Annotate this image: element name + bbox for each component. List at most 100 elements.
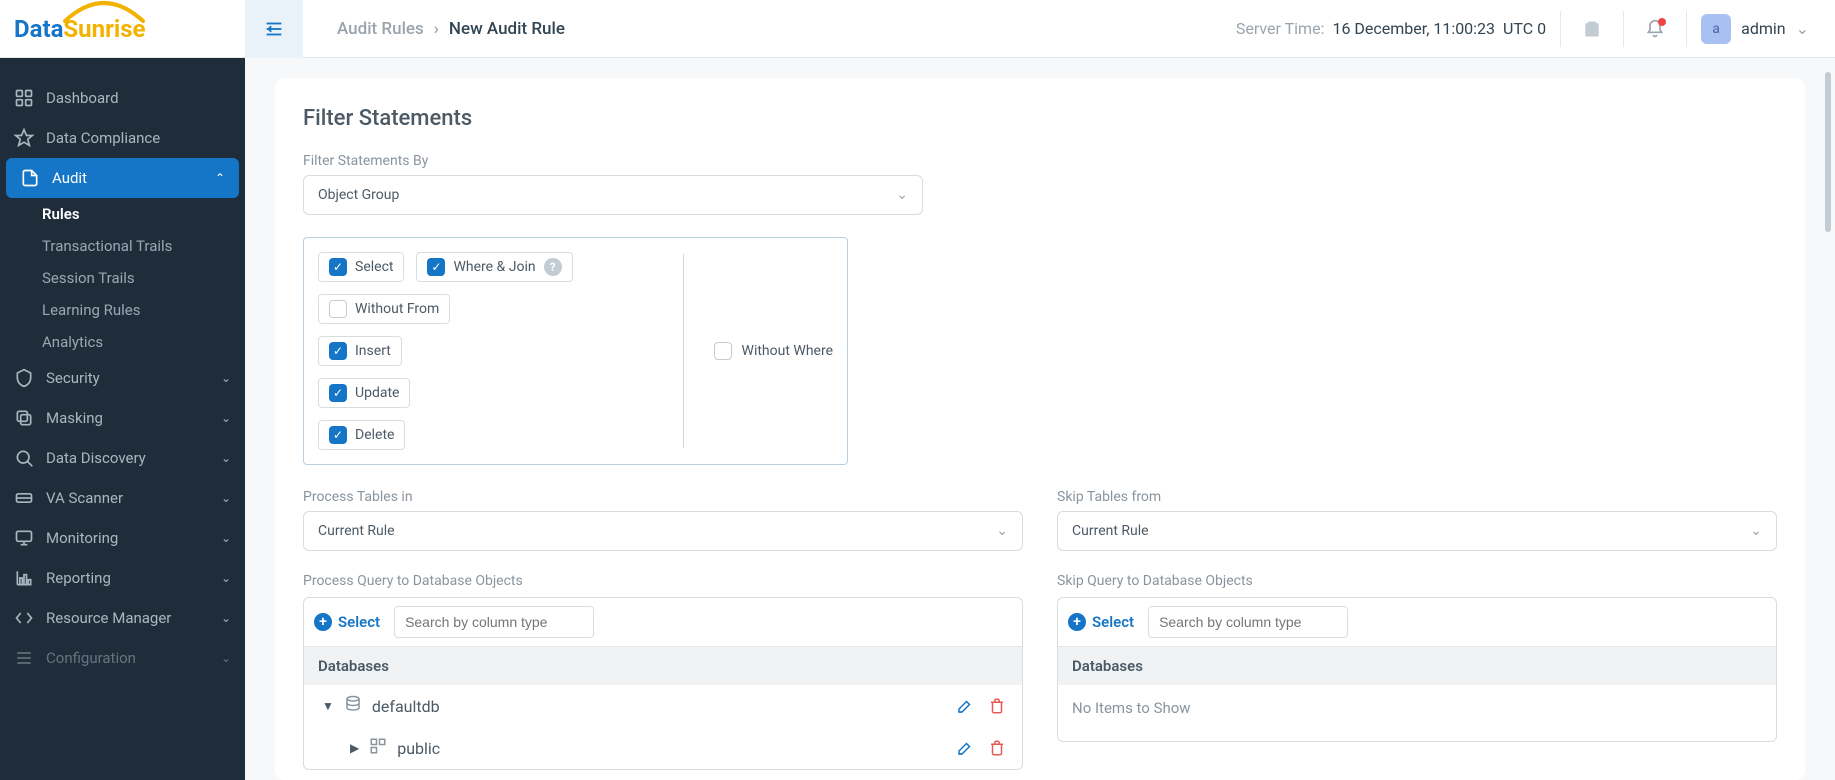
- sidebar-item-data-discovery[interactable]: Data Discovery ⌄: [0, 438, 245, 478]
- filter-by-label: Filter Statements By: [303, 153, 1777, 169]
- server-time-tz: UTC 0: [1503, 19, 1546, 38]
- process-search-input[interactable]: [394, 606, 594, 638]
- sidebar-item-label: Configuration: [46, 649, 209, 667]
- databases-header: Databases: [1058, 646, 1776, 685]
- tree-row-database[interactable]: ▼ defaultdb: [304, 685, 1022, 727]
- checkbox-delete[interactable]: ✓ Delete: [318, 420, 405, 450]
- sidebar-item-label: Resource Manager: [46, 609, 209, 627]
- checkbox-where-join[interactable]: ✓ Where & Join ?: [416, 252, 572, 282]
- sidebar-item-label: Data Compliance: [46, 129, 231, 147]
- sidebar-item-reporting[interactable]: Reporting ⌄: [0, 558, 245, 598]
- checkbox-insert[interactable]: ✓ Insert: [318, 336, 402, 366]
- checkbox-update[interactable]: ✓ Update: [318, 378, 410, 408]
- skip-tables-label: Skip Tables from: [1057, 489, 1777, 505]
- delete-button[interactable]: [986, 737, 1008, 759]
- clipboard-button[interactable]: [1575, 12, 1609, 46]
- server-time: Server Time: 16 December, 11:00:23 UTC 0: [1236, 19, 1546, 38]
- filter-by-select[interactable]: Object Group ⌄: [303, 175, 923, 215]
- sidebar-item-label: Dashboard: [46, 89, 231, 107]
- sidebar-item-audit[interactable]: Audit ⌃: [6, 158, 239, 198]
- edit-button[interactable]: [954, 695, 976, 717]
- checkbox-label: Insert: [355, 343, 391, 359]
- sidebar-item-dashboard[interactable]: Dashboard: [0, 78, 245, 118]
- sidebar-item-security[interactable]: Security ⌄: [0, 358, 245, 398]
- checkbox-label: Update: [355, 385, 399, 401]
- copy-icon: [14, 408, 34, 428]
- process-col: Process Tables in Current Rule ⌄ Process…: [303, 489, 1023, 770]
- breadcrumb-parent[interactable]: Audit Rules: [337, 19, 424, 39]
- checkbox-without-from[interactable]: Without From: [318, 294, 450, 324]
- checkbox-label: Without From: [355, 301, 439, 317]
- shield-icon: [14, 368, 34, 388]
- user-menu[interactable]: a admin ⌄: [1701, 14, 1809, 44]
- skip-search-input[interactable]: [1148, 606, 1348, 638]
- sidebar-item-label: VA Scanner: [46, 489, 209, 507]
- sidebar-item-va-scanner[interactable]: VA Scanner ⌄: [0, 478, 245, 518]
- sidebar-item-masking[interactable]: Masking ⌄: [0, 398, 245, 438]
- skip-tables-select[interactable]: Current Rule ⌄: [1057, 511, 1777, 551]
- checkbox-off-icon: [329, 300, 347, 318]
- star-icon: [14, 128, 34, 148]
- sidebar-item-configuration[interactable]: Configuration ⌄: [0, 638, 245, 678]
- checkbox-without-where[interactable]: Without Where: [714, 342, 833, 360]
- breadcrumb-current: New Audit Rule: [449, 19, 565, 39]
- sidebar-item-label: Masking: [46, 409, 209, 427]
- plus-circle-icon: +: [314, 613, 332, 631]
- process-tables-select[interactable]: Current Rule ⌄: [303, 511, 1023, 551]
- sidebar-item-label: Monitoring: [46, 529, 209, 547]
- logo-part1: Data: [14, 15, 63, 43]
- select-value: Object Group: [318, 187, 399, 203]
- sidebar-item-data-compliance[interactable]: Data Compliance: [0, 118, 245, 158]
- section-title: Filter Statements: [303, 106, 1777, 131]
- chevron-right-icon: ›: [434, 19, 439, 39]
- sidebar-item-label: Analytics: [42, 333, 231, 351]
- button-label: Select: [338, 613, 380, 631]
- chevron-down-icon: ⌄: [996, 523, 1008, 539]
- chevron-down-icon: ⌄: [1750, 523, 1762, 539]
- sidebar-toggle[interactable]: [245, 0, 303, 58]
- chevron-down-icon: ⌄: [221, 491, 231, 505]
- edit-button[interactable]: [954, 737, 976, 759]
- notification-dot-icon: [1658, 18, 1666, 26]
- main: Audit Rules › New Audit Rule Server Time…: [245, 0, 1835, 780]
- checkbox-label: Select: [355, 259, 393, 275]
- user-name: admin: [1741, 19, 1785, 38]
- sidebar-item-label: Data Discovery: [46, 449, 209, 467]
- help-icon[interactable]: ?: [544, 258, 562, 276]
- checkbox-on-icon: ✓: [329, 426, 347, 444]
- database-name: defaultdb: [372, 697, 440, 716]
- sidebar-item-resource-manager[interactable]: Resource Manager ⌄: [0, 598, 245, 638]
- sidebar-item-monitoring[interactable]: Monitoring ⌄: [0, 518, 245, 558]
- process-select-button[interactable]: + Select: [314, 613, 380, 631]
- grid-icon: [14, 88, 34, 108]
- chevron-down-icon: ⌄: [221, 571, 231, 585]
- notifications-button[interactable]: [1638, 12, 1672, 46]
- tree-row-schema[interactable]: ▶ public: [304, 727, 1022, 769]
- delete-button[interactable]: [986, 695, 1008, 717]
- checkbox-on-icon: ✓: [329, 342, 347, 360]
- sidebar-item-analytics[interactable]: Analytics: [28, 326, 245, 358]
- chart-icon: [14, 568, 34, 588]
- checkbox-select[interactable]: ✓ Select: [318, 252, 404, 282]
- sidebar-item-learning-rules[interactable]: Learning Rules: [28, 294, 245, 326]
- skip-query-label: Skip Query to Database Objects: [1057, 573, 1777, 589]
- checkbox-label: Delete: [355, 427, 394, 443]
- triangle-down-icon: ▼: [322, 699, 334, 713]
- checkbox-label: Where & Join: [453, 259, 535, 275]
- sidebar-item-transactional-trails[interactable]: Transactional Trails: [28, 230, 245, 262]
- chevron-down-icon: ⌄: [896, 187, 908, 203]
- sidebar-item-label: Reporting: [46, 569, 209, 587]
- sidebar-audit-sub: Rules Transactional Trails Session Trail…: [0, 198, 245, 358]
- scrollbar[interactable]: [1825, 72, 1831, 780]
- sidebar-item-session-trails[interactable]: Session Trails: [28, 262, 245, 294]
- scanner-icon: [14, 488, 34, 508]
- logo: Data Sunrise: [0, 0, 245, 58]
- process-tables-label: Process Tables in: [303, 489, 1023, 505]
- skip-select-button[interactable]: + Select: [1068, 613, 1134, 631]
- chevron-down-icon: ⌄: [221, 531, 231, 545]
- sidebar-item-label: Transactional Trails: [42, 237, 231, 255]
- sidebar-item-label: Learning Rules: [42, 301, 231, 319]
- sidebar-item-rules[interactable]: Rules: [28, 198, 245, 230]
- sidebar: Data Sunrise Dashboard Data Compliance A…: [0, 0, 245, 780]
- chevron-up-icon: ⌃: [215, 171, 225, 185]
